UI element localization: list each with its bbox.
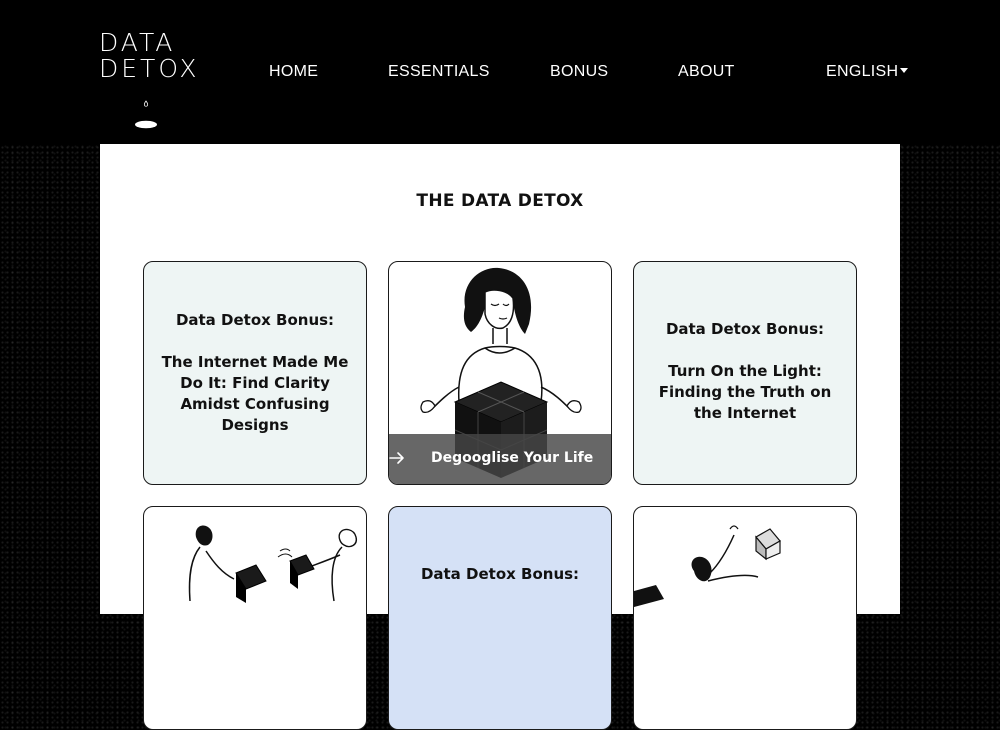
language-label: ENGLISH [826, 63, 899, 80]
nav-home[interactable]: HOME [269, 63, 318, 81]
card-kicker: Data Detox Bonus: [665, 320, 825, 338]
card-data-detox-bonus[interactable]: Data Detox Bonus: [388, 506, 612, 730]
main-nav: HOME ESSENTIALS BONUS ABOUT ENGLISH [0, 63, 1000, 83]
card-turn-on-the-light[interactable]: Data Detox Bonus: Turn On the Light: Fin… [633, 261, 857, 485]
person-bending-cube-illustration [634, 525, 781, 607]
droplet-icon [135, 100, 157, 129]
card-person-with-cube[interactable] [633, 506, 857, 730]
card-text: Data Detox Bonus: [403, 564, 597, 585]
card-kicker: Data Detox Bonus: [420, 565, 580, 583]
nav-essentials[interactable]: ESSENTIALS [388, 63, 490, 81]
logo-line-1: DATA [99, 28, 176, 57]
card-people-passing-cube[interactable] [143, 506, 367, 730]
caret-down-icon [900, 68, 909, 74]
people-passing-cube-illustration [188, 525, 358, 603]
card-text: Data Detox Bonus: The Internet Made Me D… [158, 310, 352, 436]
card-title: The Internet Made Me Do It: Find Clarity… [161, 353, 349, 434]
arrow-right-icon [389, 452, 404, 464]
card-label: Degooglise Your Life [431, 450, 594, 466]
site-header: DATA DETOX HOME ESSENTIALS BONUS ABOUT E… [0, 0, 1000, 144]
nav-about[interactable]: ABOUT [678, 63, 735, 81]
card-text: Data Detox Bonus: Turn On the Light: Fin… [648, 319, 842, 424]
card-title: Turn On the Light: Finding the Truth on … [658, 362, 832, 422]
language-selector[interactable]: ENGLISH [826, 63, 909, 81]
card-internet-made-me-do-it[interactable]: Data Detox Bonus: The Internet Made Me D… [143, 261, 367, 485]
card-overlay: Degooglise Your Life [389, 434, 611, 484]
card-degooglise-your-life[interactable]: Degooglise Your Life [388, 261, 612, 485]
nav-bonus[interactable]: BONUS [550, 63, 608, 81]
page-title: THE DATA DETOX [416, 191, 584, 211]
card-kicker: Data Detox Bonus: [175, 311, 335, 329]
